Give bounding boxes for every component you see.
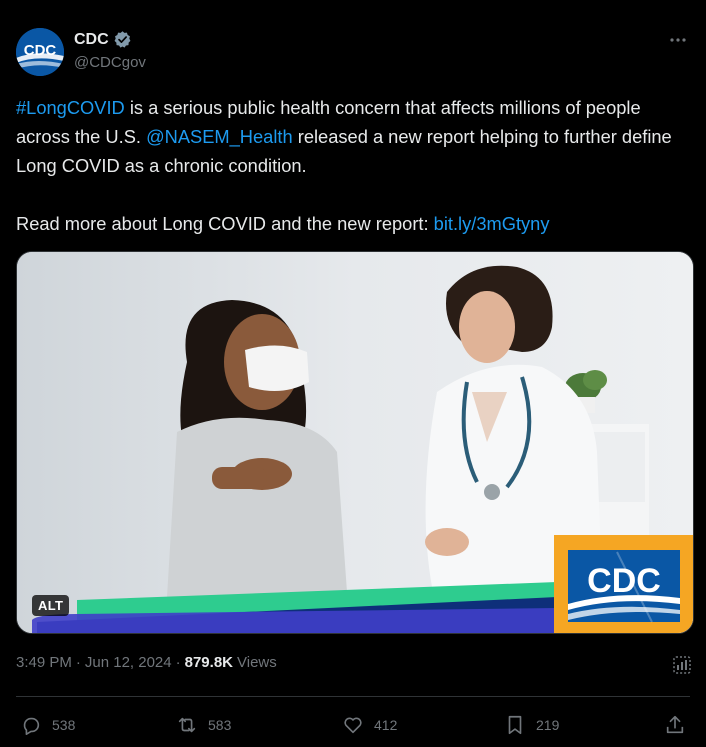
tweet-media[interactable]: CDC ALT — [16, 251, 694, 634]
more-icon — [670, 38, 686, 42]
verified-badge-icon — [114, 31, 131, 48]
divider — [16, 696, 690, 697]
reply-icon — [23, 717, 40, 735]
analytics-icon[interactable] — [672, 655, 692, 675]
author-name-row[interactable]: CDC — [74, 30, 132, 49]
tweet-meta: 3:49 PM · Jun 12, 2024 · 879.8K Views — [16, 654, 277, 671]
tweet-date[interactable]: Jun 12, 2024 — [85, 654, 172, 671]
like-count: 412 — [374, 717, 398, 733]
cdc-logo-icon: CDC — [16, 28, 64, 76]
like-button[interactable]: 412 — [342, 710, 397, 740]
meta-separator: · — [175, 654, 181, 671]
mention-link[interactable]: @NASEM_Health — [146, 126, 293, 147]
views-label: Views — [237, 654, 277, 671]
alt-badge[interactable]: ALT — [32, 595, 70, 616]
tweet-paragraph-2: Read more about Long COVID and the new r… — [16, 209, 690, 238]
svg-text:CDC: CDC — [587, 562, 661, 600]
author-name[interactable]: CDC — [74, 31, 109, 49]
author-handle[interactable]: @CDCgov — [74, 54, 146, 71]
repost-icon — [178, 717, 196, 733]
svg-text:CDC: CDC — [24, 42, 57, 59]
meta-separator: · — [75, 654, 81, 671]
bookmark-icon — [508, 715, 522, 735]
tweet-text: #LongCOVID is a serious public health co… — [16, 93, 690, 238]
heart-icon — [344, 717, 362, 734]
views-count: 879.8K — [184, 654, 233, 671]
url-link[interactable]: bit.ly/3mGtyny — [434, 213, 550, 234]
repost-count: 583 — [208, 717, 232, 733]
media-image: CDC — [17, 252, 693, 633]
bookmark-count: 219 — [536, 717, 560, 733]
action-bar: 538 583 412 219 — [16, 710, 690, 740]
hashtag-link[interactable]: #LongCOVID — [16, 97, 125, 118]
reply-count: 538 — [52, 717, 76, 733]
tweet-text-part-3: Read more about Long COVID and the new r… — [16, 213, 434, 234]
avatar[interactable]: CDC — [16, 28, 64, 76]
more-options-button[interactable] — [666, 28, 690, 52]
reply-button[interactable]: 538 — [20, 710, 75, 740]
tweet-paragraph-1: #LongCOVID is a serious public health co… — [16, 93, 690, 180]
share-icon — [666, 715, 684, 734]
share-button[interactable] — [664, 710, 686, 740]
bookmark-button[interactable]: 219 — [504, 710, 559, 740]
repost-button[interactable]: 583 — [176, 710, 231, 740]
tweet-time[interactable]: 3:49 PM — [16, 654, 72, 671]
tweet-header: CDC CDC @CDCgov — [16, 28, 690, 76]
